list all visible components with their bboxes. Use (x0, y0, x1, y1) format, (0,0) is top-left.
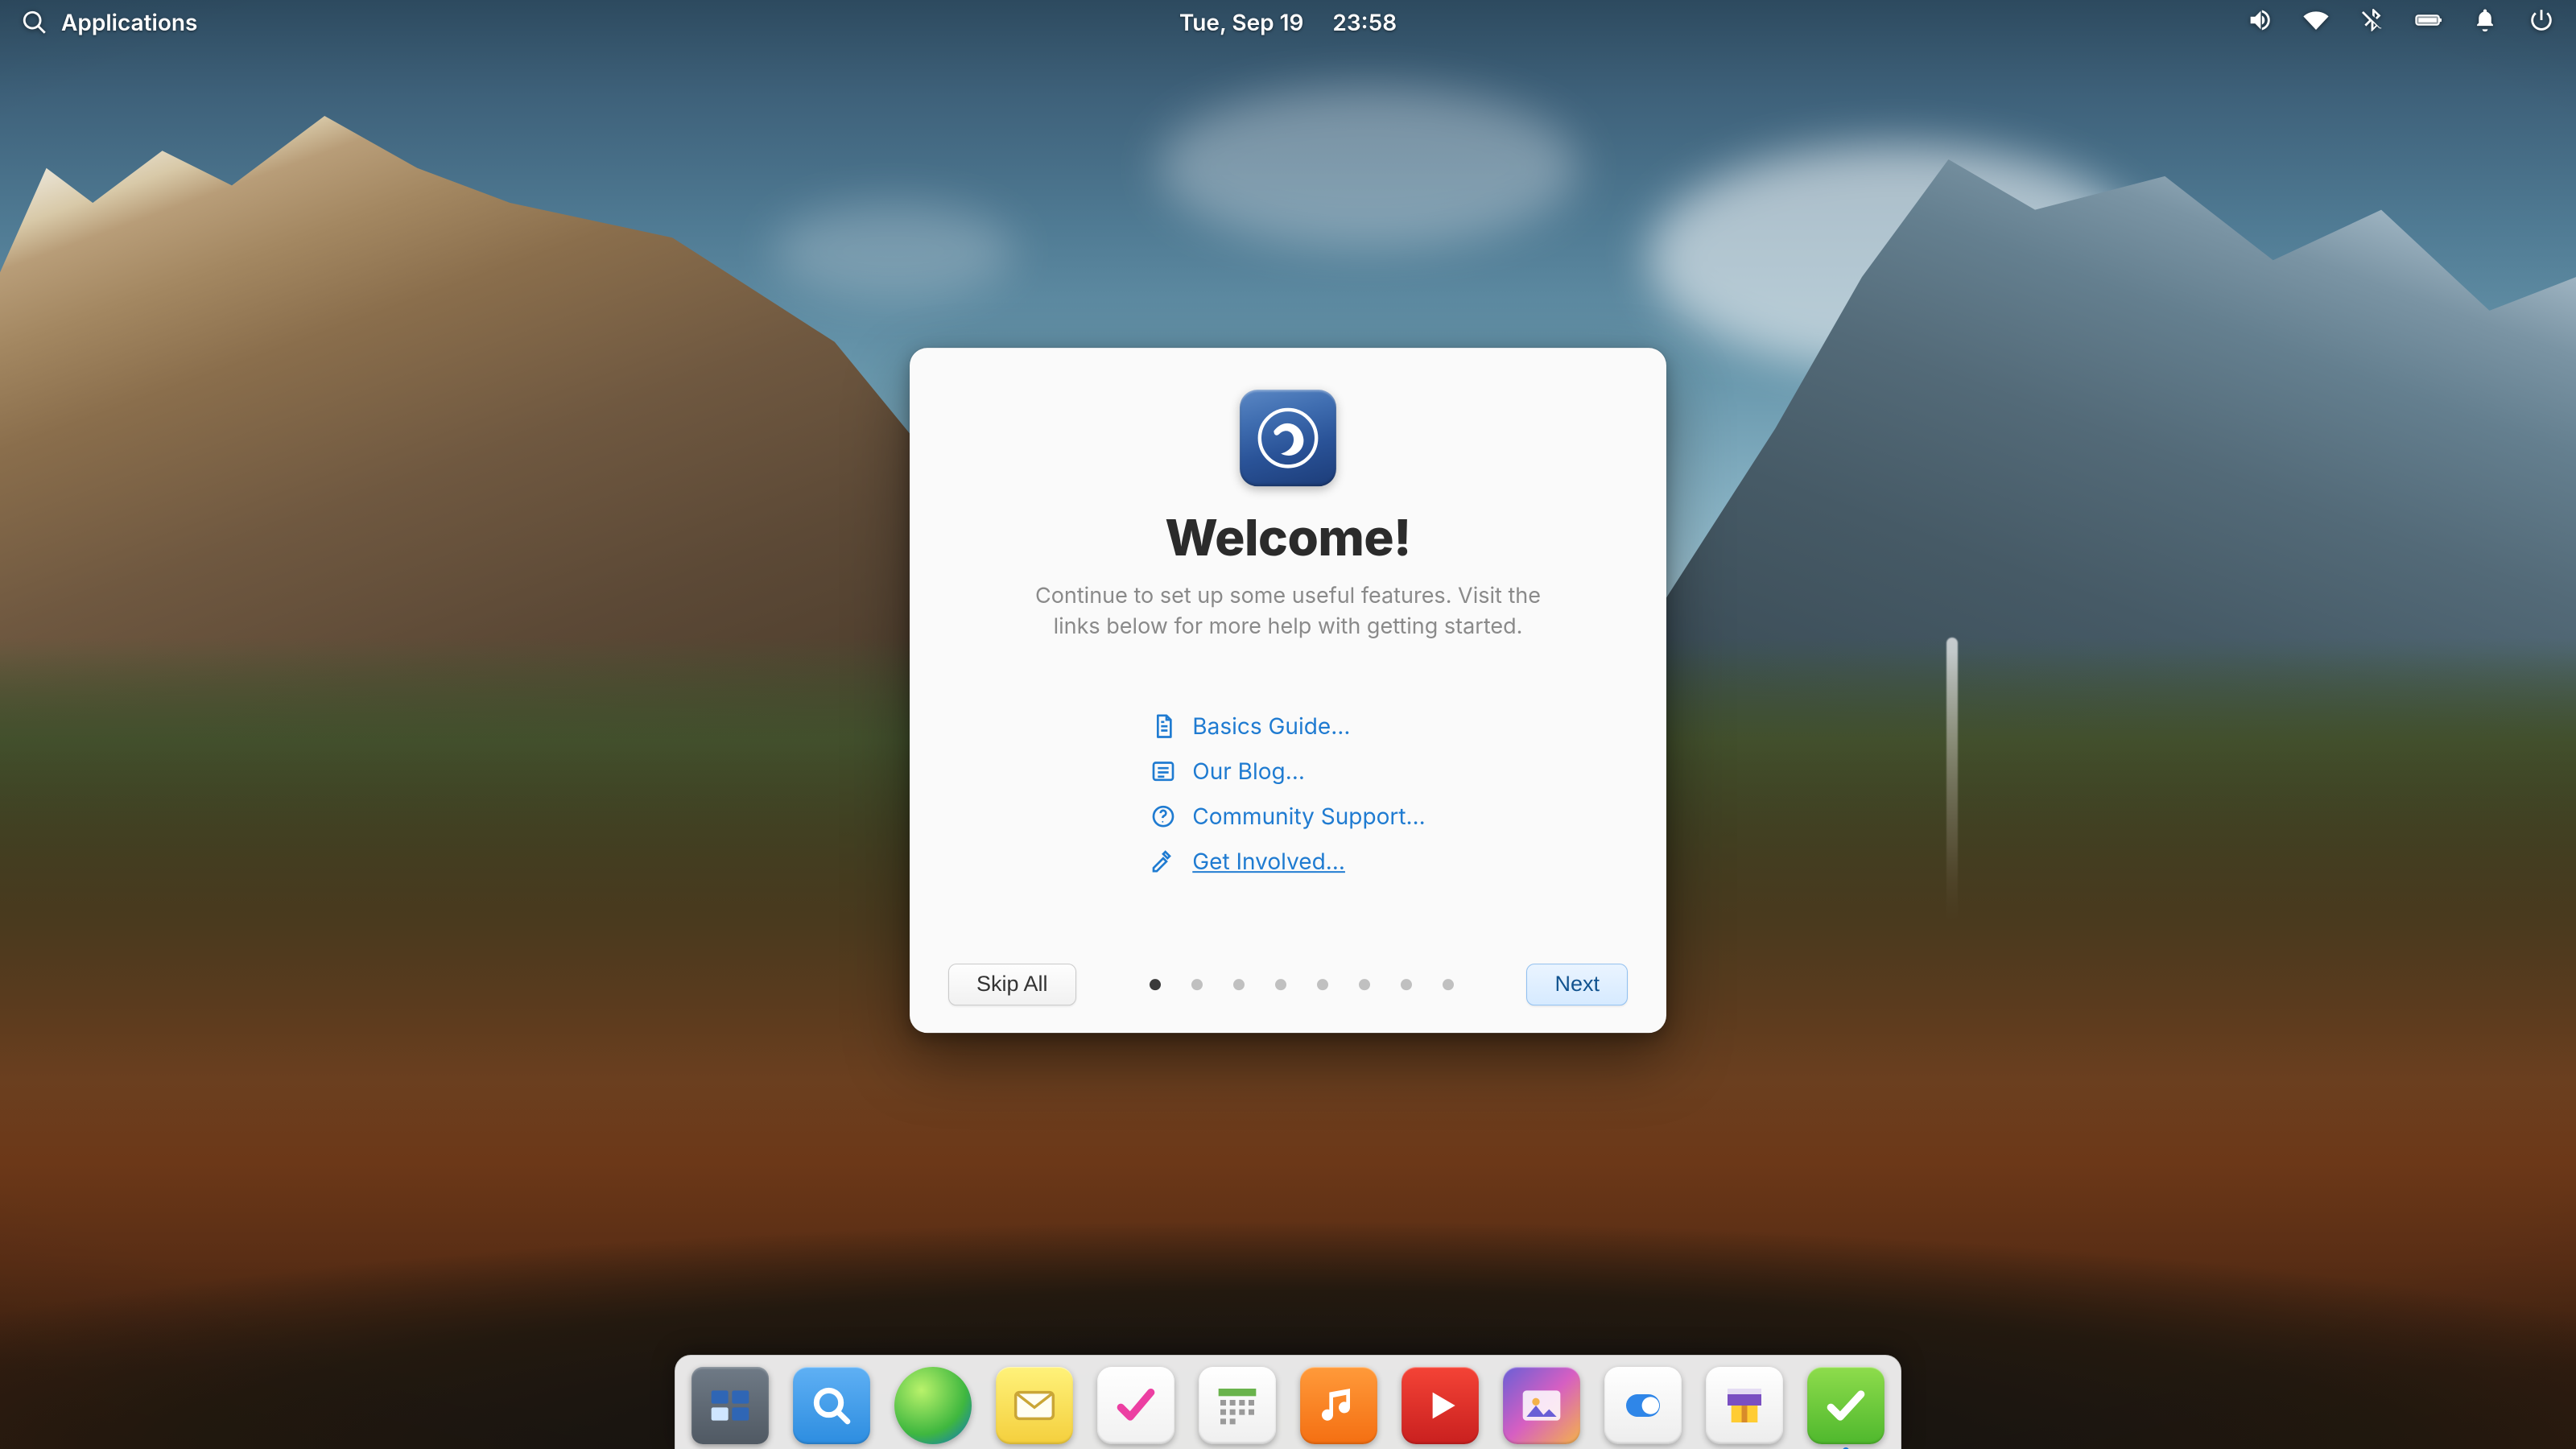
volume-indicator[interactable] (2246, 6, 2273, 39)
dock-files[interactable] (793, 1367, 870, 1444)
dock-music[interactable] (1300, 1367, 1377, 1444)
panel-time[interactable]: 23:58 (1332, 9, 1397, 36)
page-dot[interactable] (1275, 979, 1286, 990)
dock-installer[interactable] (1807, 1367, 1885, 1444)
top-panel: Applications Tue, Sep 19 23:58 (0, 0, 2576, 45)
dock (675, 1355, 1901, 1449)
help-links: Basics Guide… Our Blog… Community Suppor… (1150, 712, 1425, 875)
search-icon (21, 9, 48, 36)
dock-tasks[interactable] (1097, 1367, 1174, 1444)
link-our-blog[interactable]: Our Blog… (1150, 758, 1425, 785)
page-dot[interactable] (1401, 979, 1412, 990)
dock-multitasking-view[interactable] (691, 1367, 769, 1444)
hammer-icon (1150, 848, 1176, 874)
dialog-subtitle: Continue to set up some useful features.… (1030, 580, 1546, 642)
network-indicator[interactable] (2302, 6, 2330, 39)
link-label: Community Support… (1192, 803, 1425, 830)
link-label: Get Involved… (1192, 848, 1345, 875)
link-basics-guide[interactable]: Basics Guide… (1150, 712, 1425, 740)
dock-calendar[interactable] (1199, 1367, 1276, 1444)
dock-videos[interactable] (1402, 1367, 1479, 1444)
dock-appcenter[interactable] (1706, 1367, 1783, 1444)
help-icon (1150, 803, 1176, 829)
applications-menu[interactable]: Applications (21, 9, 197, 36)
skip-all-button[interactable]: Skip All (948, 964, 1076, 1005)
link-get-involved[interactable]: Get Involved… (1150, 848, 1425, 875)
onboarding-dialog: Welcome! Continue to set up some useful … (910, 348, 1666, 1033)
page-dot[interactable] (1150, 979, 1161, 990)
page-dot[interactable] (1233, 979, 1245, 990)
page-dot[interactable] (1359, 979, 1370, 990)
session-indicator[interactable] (2528, 6, 2555, 39)
battery-indicator[interactable] (2415, 6, 2442, 39)
dock-system-settings[interactable] (1604, 1367, 1682, 1444)
volume-icon (2246, 6, 2273, 34)
applications-label: Applications (61, 9, 197, 36)
wifi-icon (2302, 6, 2330, 34)
dock-mail[interactable] (996, 1367, 1073, 1444)
bell-icon (2471, 6, 2499, 34)
page-indicator (1150, 979, 1454, 990)
panel-date[interactable]: Tue, Sep 19 (1179, 9, 1304, 36)
next-button[interactable]: Next (1526, 964, 1628, 1005)
dock-photos[interactable] (1503, 1367, 1580, 1444)
power-icon (2528, 6, 2555, 34)
notifications-indicator[interactable] (2471, 6, 2499, 39)
dialog-title: Welcome! (1165, 507, 1411, 568)
link-label: Basics Guide… (1192, 712, 1350, 740)
page-dot[interactable] (1317, 979, 1328, 990)
distributor-logo-icon (1240, 390, 1336, 486)
link-label: Our Blog… (1192, 758, 1305, 785)
bluetooth-disabled-icon (2359, 6, 2386, 34)
page-dot[interactable] (1191, 979, 1203, 990)
document-icon (1150, 713, 1176, 739)
news-icon (1150, 758, 1176, 784)
dock-web-browser[interactable] (894, 1367, 972, 1444)
battery-full-icon (2415, 6, 2442, 34)
page-dot[interactable] (1443, 979, 1454, 990)
link-community-support[interactable]: Community Support… (1150, 803, 1425, 830)
bluetooth-indicator[interactable] (2359, 6, 2386, 39)
